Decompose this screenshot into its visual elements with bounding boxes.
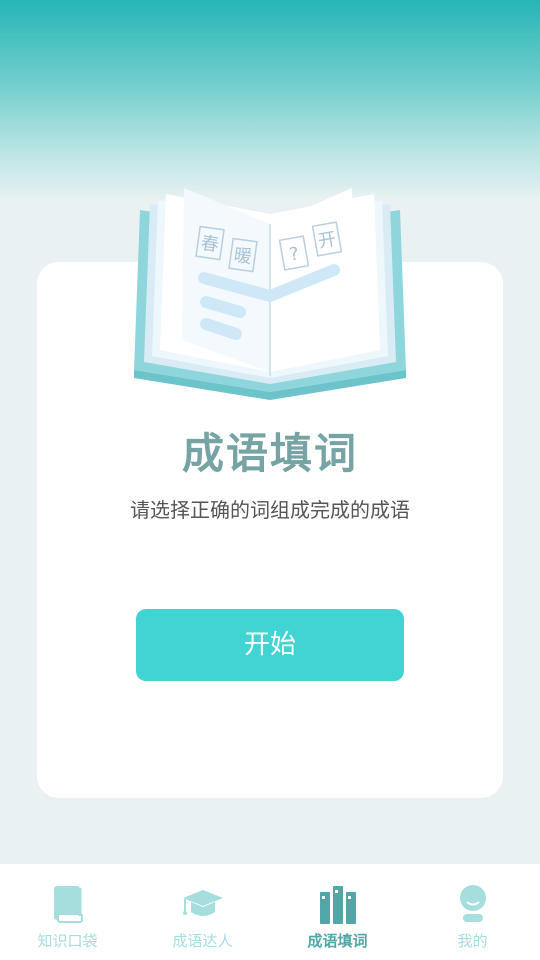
svg-text:暖: 暖 [232,245,253,268]
graduation-cap-icon [182,890,223,916]
tab-idiom-fill[interactable]: 成语填词 [270,864,405,960]
tab-label-idiom-master: 成语达人 [172,932,233,950]
tab-idiom-master[interactable]: 成语达人 [135,864,270,960]
page-title: 成语填词 [181,429,358,478]
book-icon [53,886,83,923]
start-button[interactable]: 开始 [136,609,404,681]
user-icon [459,885,486,922]
svg-text:开: 开 [317,229,338,253]
bottom-tab-bar: 知识口袋 成语达人 成语填词 我的 [0,864,540,960]
tab-knowledge-pocket[interactable]: 知识口袋 [0,864,135,960]
tab-label-knowledge-pocket: 知识口袋 [37,932,98,950]
tab-label-idiom-fill: 成语填词 [307,932,368,950]
header-gradient [0,0,540,200]
open-book-illustration: 春 暖 ? 开 [134,188,406,400]
books-icon [319,886,356,924]
page-subtitle: 请选择正确的词组成完成的成语 [130,498,410,522]
svg-text:春: 春 [199,233,220,256]
tab-label-mine: 我的 [457,932,488,950]
tab-mine[interactable]: 我的 [405,864,540,960]
